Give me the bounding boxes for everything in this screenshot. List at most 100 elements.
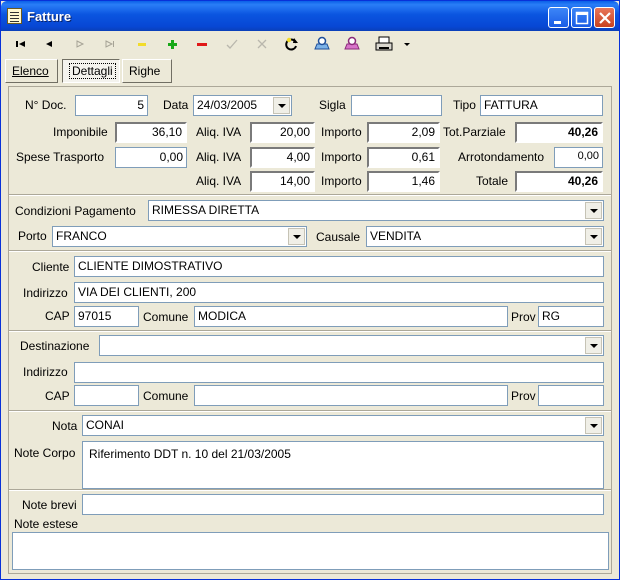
dest-prov-field[interactable] xyxy=(538,385,604,406)
chevron-down-icon[interactable] xyxy=(585,337,602,354)
importo-field-3: 1,46 xyxy=(367,171,440,192)
last-record-icon xyxy=(99,34,121,54)
print-dropdown-icon[interactable] xyxy=(397,34,419,54)
print-preview-icon[interactable] xyxy=(341,34,363,54)
prov-field[interactable]: RG xyxy=(538,306,604,327)
minimize-icon xyxy=(554,21,561,24)
date-value: 24/03/2005 xyxy=(197,98,258,112)
chevron-down-icon[interactable] xyxy=(585,202,602,219)
next-record-icon xyxy=(69,34,91,54)
destinazione-select[interactable] xyxy=(99,335,604,356)
chevron-down-icon[interactable] xyxy=(288,228,305,245)
importo-field-1: 2,09 xyxy=(367,122,440,143)
arrotondamento-field[interactable]: 0,00 xyxy=(554,147,603,168)
fatture-window: Fatture Elenco Dettagli Righe N° Doc. 5 … xyxy=(0,0,620,580)
navigation-toolbar xyxy=(5,32,615,56)
previous-record-icon[interactable] xyxy=(39,34,61,54)
dest-indirizzo-field[interactable] xyxy=(74,362,604,383)
dest-cap-field[interactable] xyxy=(74,385,139,406)
imponibile-label: Imponibile xyxy=(53,125,108,139)
separator xyxy=(9,410,611,412)
spese-trasporto-label: Spese Trasporto xyxy=(16,150,105,164)
cap-field[interactable]: 97015 xyxy=(74,306,139,327)
maximize-button[interactable] xyxy=(571,7,592,28)
importo-label-2: Importo xyxy=(321,150,362,164)
porto-value: FRANCO xyxy=(56,229,107,243)
imponibile-field: 36,10 xyxy=(115,122,187,143)
refresh-icon[interactable] xyxy=(281,34,303,54)
tab-dettagli-label: Dettagli xyxy=(69,63,116,79)
doc-number-field[interactable]: 5 xyxy=(75,95,148,116)
note-corpo-label: Note Corpo xyxy=(14,446,76,460)
delete-record-icon[interactable] xyxy=(191,34,213,54)
first-record-icon[interactable] xyxy=(11,34,33,54)
date-picker[interactable]: 24/03/2005 xyxy=(193,95,292,116)
dest-cap-label: CAP xyxy=(45,389,70,403)
spese-trasporto-field[interactable]: 0,00 xyxy=(115,147,187,168)
condizioni-pagamento-value: RIMESSA DIRETTA xyxy=(152,203,260,217)
aliq-iva-label-3: Aliq. IVA xyxy=(196,174,242,188)
aliq-iva-label-2: Aliq. IVA xyxy=(196,150,242,164)
dest-prov-label: Prov xyxy=(511,389,536,403)
separator xyxy=(9,489,611,491)
prov-label: Prov xyxy=(511,310,536,324)
note-estese-label: Note estese xyxy=(14,517,79,531)
minimize-button[interactable] xyxy=(548,7,569,28)
title-bar[interactable]: Fatture xyxy=(1,1,619,31)
cliente-field[interactable]: CLIENTE DIMOSTRATIVO xyxy=(74,256,604,277)
tab-righe[interactable]: Righe xyxy=(122,59,172,83)
chevron-down-icon[interactable] xyxy=(585,228,602,245)
dest-comune-field[interactable] xyxy=(194,385,508,406)
causale-label: Causale xyxy=(316,230,361,244)
destinazione-label: Destinazione xyxy=(20,339,90,353)
causale-value: VENDITA xyxy=(370,229,422,243)
first-yellow-icon[interactable] xyxy=(131,34,153,54)
condizioni-pagamento-label: Condizioni Pagamento xyxy=(15,204,136,218)
totale-label: Totale xyxy=(476,174,509,188)
nota-value: CONAI xyxy=(86,418,125,432)
totale-field: 40,26 xyxy=(515,171,603,192)
nota-select[interactable]: CONAI xyxy=(82,415,604,436)
aliq-iva-label-1: Aliq. IVA xyxy=(196,125,242,139)
tab-elenco-label: Elenco xyxy=(12,64,49,78)
details-panel: N° Doc. 5 Data 24/03/2005 Sigla Tipo FAT… xyxy=(8,86,612,574)
separator xyxy=(9,250,611,252)
tab-dettagli[interactable]: Dettagli xyxy=(62,59,120,83)
tab-righe-label: Righe xyxy=(129,64,161,78)
sigla-field[interactable] xyxy=(351,95,442,116)
date-label: Data xyxy=(163,98,189,112)
condizioni-pagamento-select[interactable]: RIMESSA DIRETTA xyxy=(148,200,604,221)
indirizzo-label: Indirizzo xyxy=(23,286,68,300)
dest-indirizzo-label: Indirizzo xyxy=(23,365,68,379)
window-title: Fatture xyxy=(27,9,72,24)
note-estese-textarea[interactable] xyxy=(12,532,609,570)
tab-elenco[interactable]: Elenco xyxy=(5,59,58,83)
print-icon[interactable] xyxy=(373,34,395,54)
cliente-label: Cliente xyxy=(32,260,70,274)
confirm-icon xyxy=(221,34,243,54)
comune-label: Comune xyxy=(143,310,189,324)
add-record-icon[interactable] xyxy=(161,34,183,54)
cap-label: CAP xyxy=(45,309,70,323)
tot-parziale-label: Tot.Parziale xyxy=(443,125,506,139)
close-button[interactable] xyxy=(594,7,615,28)
tipo-label: Tipo xyxy=(453,98,476,112)
preview-icon[interactable] xyxy=(311,34,333,54)
arrotondamento-label: Arrotondamento xyxy=(458,150,545,164)
close-icon xyxy=(599,12,611,24)
note-brevi-field[interactable] xyxy=(82,494,604,515)
tipo-field[interactable]: FATTURA xyxy=(480,95,603,116)
note-corpo-textarea[interactable]: Riferimento DDT n. 10 del 21/03/2005 xyxy=(82,441,604,489)
note-brevi-label: Note brevi xyxy=(22,498,77,512)
cancel-icon xyxy=(251,34,273,54)
indirizzo-field[interactable]: VIA DEI CLIENTI, 200 xyxy=(74,282,604,303)
causale-select[interactable]: VENDITA xyxy=(366,226,604,247)
date-dropdown-icon[interactable] xyxy=(273,97,290,114)
comune-field[interactable]: MODICA xyxy=(194,306,508,327)
chevron-down-icon[interactable] xyxy=(585,417,602,434)
aliq-iva-field-1: 20,00 xyxy=(250,122,315,143)
importo-label-1: Importo xyxy=(321,125,362,139)
tab-strip: Elenco Dettagli Righe xyxy=(5,58,617,84)
porto-select[interactable]: FRANCO xyxy=(52,226,307,247)
separator xyxy=(9,194,611,196)
